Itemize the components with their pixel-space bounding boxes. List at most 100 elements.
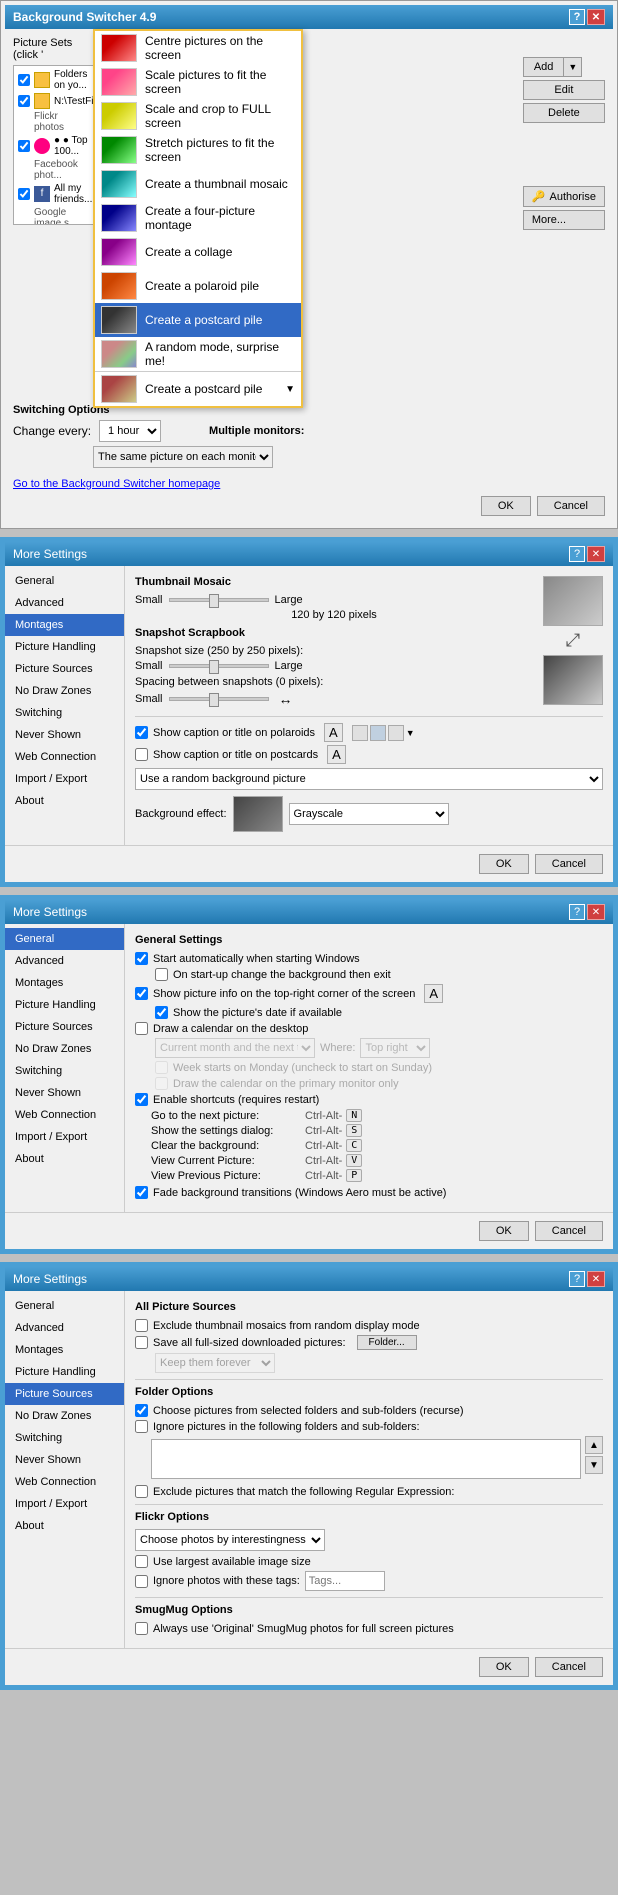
cb-startup-exit-check[interactable] bbox=[155, 968, 168, 981]
cb-postcards-check[interactable] bbox=[135, 748, 148, 761]
dropdown-item-10[interactable]: A random mode, surprise me! bbox=[95, 337, 301, 371]
ms1-close-button[interactable]: ✕ bbox=[587, 546, 605, 562]
cb-show-picture-info-check[interactable] bbox=[135, 987, 148, 1000]
add-button[interactable]: Add bbox=[523, 57, 565, 77]
color-arrow[interactable]: ▼ bbox=[406, 725, 415, 741]
cb-polaroids-check[interactable] bbox=[135, 726, 148, 739]
ms1-nav-advanced[interactable]: Advanced bbox=[5, 592, 124, 614]
more-button[interactable]: More... bbox=[523, 210, 605, 230]
dropdown-item-7[interactable]: Create a collage bbox=[95, 235, 301, 269]
ms2-cancel-button[interactable]: Cancel bbox=[535, 1221, 603, 1241]
cb-exclude-mosaic-check[interactable] bbox=[135, 1319, 148, 1332]
ms1-nav-import-export[interactable]: Import / Export bbox=[5, 768, 124, 790]
dropdown-item-9[interactable]: Create a postcard pile bbox=[95, 303, 301, 337]
ms1-nav-never-shown[interactable]: Never Shown bbox=[5, 724, 124, 746]
cb-show-date-check[interactable] bbox=[155, 1006, 168, 1019]
ms2-ok-button[interactable]: OK bbox=[479, 1221, 529, 1241]
ms2-nav-picture-handling[interactable]: Picture Handling bbox=[5, 994, 124, 1016]
homepage-link[interactable]: Go to the Background Switcher homepage bbox=[13, 478, 220, 490]
tags-input[interactable] bbox=[305, 1571, 385, 1591]
cb-week-starts-check[interactable] bbox=[155, 1061, 168, 1074]
dropdown-item-3[interactable]: Scale and crop to FULL screen bbox=[95, 99, 301, 133]
calendar-option-select[interactable]: Current month and the next two bbox=[155, 1038, 315, 1058]
ms3-close-button[interactable]: ✕ bbox=[587, 1271, 605, 1287]
ms1-nav-no-draw-zones[interactable]: No Draw Zones bbox=[5, 680, 124, 702]
bg-dropdown[interactable]: Use a random background picture bbox=[135, 768, 603, 790]
ms3-cancel-button[interactable]: Cancel bbox=[535, 1657, 603, 1677]
source-checkbox-2[interactable] bbox=[18, 95, 30, 107]
source-item-1[interactable]: Folders on yo... bbox=[16, 68, 91, 92]
keep-forever-select[interactable]: Keep them forever bbox=[155, 1353, 275, 1373]
spacing-slider[interactable] bbox=[169, 697, 269, 701]
scroll-up-button[interactable]: ▲ bbox=[585, 1436, 603, 1454]
ms3-nav-web-connection[interactable]: Web Connection bbox=[5, 1471, 124, 1493]
ms2-nav-no-draw-zones[interactable]: No Draw Zones bbox=[5, 1038, 124, 1060]
source-checkbox-1[interactable] bbox=[18, 74, 30, 86]
interval-select[interactable]: 1 hour bbox=[99, 420, 161, 442]
dropdown-item-4[interactable]: Stretch pictures to fit the screen bbox=[95, 133, 301, 167]
cb-smugmug-original-check[interactable] bbox=[135, 1622, 148, 1635]
ms3-nav-never-shown[interactable]: Never Shown bbox=[5, 1449, 124, 1471]
close-button[interactable]: ✕ bbox=[587, 9, 605, 25]
cb-calendar-primary-check[interactable] bbox=[155, 1077, 168, 1090]
source-item-4[interactable]: ● ● Top 100... bbox=[16, 134, 91, 158]
delete-button[interactable]: Delete bbox=[523, 103, 605, 123]
ms1-nav-montages[interactable]: Montages bbox=[5, 614, 124, 636]
ms2-nav-switching[interactable]: Switching bbox=[5, 1060, 124, 1082]
ms3-nav-general[interactable]: General bbox=[5, 1295, 124, 1317]
color-swatch-3[interactable] bbox=[388, 725, 404, 741]
ms2-nav-import-export[interactable]: Import / Export bbox=[5, 1126, 124, 1148]
ms3-nav-picture-handling[interactable]: Picture Handling bbox=[5, 1361, 124, 1383]
ms3-nav-advanced[interactable]: Advanced bbox=[5, 1317, 124, 1339]
ms2-nav-montages[interactable]: Montages bbox=[5, 972, 124, 994]
source-checkbox-4[interactable] bbox=[18, 140, 30, 152]
dropdown-item-6[interactable]: Create a four-picture montage bbox=[95, 201, 301, 235]
ms2-nav-picture-sources[interactable]: Picture Sources bbox=[5, 1016, 124, 1038]
ms1-cancel-button[interactable]: Cancel bbox=[535, 854, 603, 874]
dropdown-item-8[interactable]: Create a polaroid pile bbox=[95, 269, 301, 303]
source-checkbox-6[interactable] bbox=[18, 188, 30, 200]
ms2-nav-never-shown[interactable]: Never Shown bbox=[5, 1082, 124, 1104]
dropdown-item-11[interactable]: Create a postcard pile ▼ bbox=[95, 371, 301, 406]
cb-autostart-check[interactable] bbox=[135, 952, 148, 965]
folder-button[interactable]: Folder... bbox=[357, 1335, 417, 1350]
flickr-sort-select[interactable]: Choose photos by interestingness bbox=[135, 1529, 325, 1551]
ms1-ok-button[interactable]: OK bbox=[479, 854, 529, 874]
source-item-2[interactable]: N:\TestFiles\ bbox=[16, 92, 91, 110]
edit-button[interactable]: Edit bbox=[523, 80, 605, 100]
snapshot-size-slider[interactable] bbox=[169, 664, 269, 668]
ms2-nav-about[interactable]: About bbox=[5, 1148, 124, 1170]
cb-regex-check[interactable] bbox=[135, 1485, 148, 1498]
ms1-nav-about[interactable]: About bbox=[5, 790, 124, 812]
ms3-help-button[interactable]: ? bbox=[569, 1271, 585, 1287]
ms3-nav-no-draw-zones[interactable]: No Draw Zones bbox=[5, 1405, 124, 1427]
dropdown-item-5[interactable]: Create a thumbnail mosaic bbox=[95, 167, 301, 201]
ms3-nav-picture-sources[interactable]: Picture Sources bbox=[5, 1383, 124, 1405]
ok-button[interactable]: OK bbox=[481, 496, 531, 516]
authorise-button[interactable]: 🔑 Authorise bbox=[523, 186, 605, 207]
cb-fade-check[interactable] bbox=[135, 1186, 148, 1199]
ms2-help-button[interactable]: ? bbox=[569, 904, 585, 920]
bg-effect-select[interactable]: Grayscale bbox=[289, 803, 449, 825]
cb-calendar-check[interactable] bbox=[135, 1022, 148, 1035]
add-dropdown-arrow[interactable]: ▼ bbox=[564, 57, 582, 77]
cb-ignore-folders-check[interactable] bbox=[135, 1420, 148, 1433]
ms2-nav-general[interactable]: General bbox=[5, 928, 124, 950]
cancel-button[interactable]: Cancel bbox=[537, 496, 605, 516]
ms3-nav-import-export[interactable]: Import / Export bbox=[5, 1493, 124, 1515]
cb-recurse-check[interactable] bbox=[135, 1404, 148, 1417]
ms2-close-button[interactable]: ✕ bbox=[587, 904, 605, 920]
ms1-help-button[interactable]: ? bbox=[569, 546, 585, 562]
ms1-nav-switching[interactable]: Switching bbox=[5, 702, 124, 724]
ms2-nav-advanced[interactable]: Advanced bbox=[5, 950, 124, 972]
ms1-nav-web-connection[interactable]: Web Connection bbox=[5, 746, 124, 768]
monitor-option-select[interactable]: The same picture on each monitor bbox=[93, 446, 273, 468]
cb-save-downloaded-check[interactable] bbox=[135, 1336, 148, 1349]
scroll-down-button[interactable]: ▼ bbox=[585, 1456, 603, 1474]
ms1-nav-general[interactable]: General bbox=[5, 570, 124, 592]
cb-shortcuts-check[interactable] bbox=[135, 1093, 148, 1106]
cb-ignore-tags-check[interactable] bbox=[135, 1575, 148, 1588]
ms3-ok-button[interactable]: OK bbox=[479, 1657, 529, 1677]
ms1-nav-picture-sources[interactable]: Picture Sources bbox=[5, 658, 124, 680]
ms1-nav-picture-handling[interactable]: Picture Handling bbox=[5, 636, 124, 658]
